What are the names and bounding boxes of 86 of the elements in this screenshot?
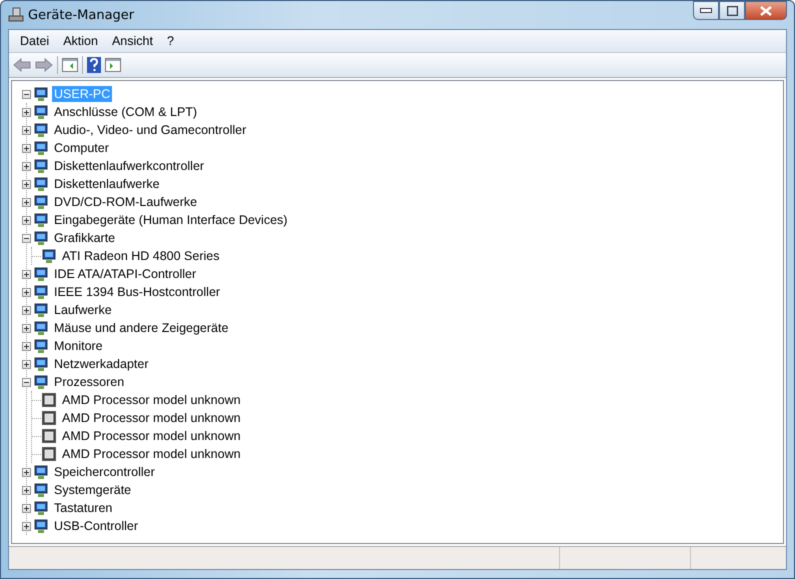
device-icon: [33, 356, 49, 372]
expander-icon[interactable]: [22, 234, 31, 242]
expander-icon[interactable]: [22, 306, 31, 314]
expander-icon[interactable]: [22, 126, 31, 134]
tree-item[interactable]: IDE ATA/ATAPI-Controller: [52, 266, 198, 282]
expander-icon[interactable]: [22, 324, 31, 332]
expander-icon[interactable]: [22, 468, 31, 476]
device-icon: [33, 140, 49, 156]
chip-icon: [41, 428, 57, 444]
device-icon: [33, 122, 49, 138]
expander-icon[interactable]: [22, 288, 31, 296]
device-icon: [33, 158, 49, 174]
tree-item[interactable]: Monitore: [52, 338, 105, 354]
expander-icon[interactable]: [22, 180, 31, 188]
computer-icon: [8, 7, 24, 23]
chip-icon: [41, 392, 57, 408]
forward-arrow-icon[interactable]: [35, 58, 53, 72]
tree-item[interactable]: Anschlüsse (COM & LPT): [52, 104, 200, 120]
tree-item[interactable]: Eingabegeräte (Human Interface Devices): [52, 212, 290, 228]
tree-item[interactable]: USB-Controller: [52, 518, 140, 534]
tree-item[interactable]: AMD Processor model unknown: [60, 392, 243, 408]
tree-item[interactable]: DVD/CD-ROM-Laufwerke: [52, 194, 200, 210]
device-icon: [33, 518, 49, 534]
device-icon: [33, 194, 49, 210]
device-icon: [33, 212, 49, 228]
expander-icon[interactable]: [22, 342, 31, 350]
help-icon[interactable]: [87, 57, 101, 73]
expander-icon[interactable]: [22, 216, 31, 224]
device-icon: [33, 230, 49, 246]
tree-item[interactable]: Computer: [52, 140, 111, 156]
maximize-button[interactable]: [719, 1, 745, 20]
device-icon: [33, 482, 49, 498]
tree-item[interactable]: Laufwerke: [52, 302, 114, 318]
tree-item[interactable]: Diskettenlaufwerke: [52, 176, 162, 192]
expander-icon[interactable]: [22, 522, 31, 530]
console-tree-icon[interactable]: [62, 58, 78, 72]
tree-item[interactable]: AMD Processor model unknown: [60, 410, 243, 426]
device-icon: [33, 176, 49, 192]
expander-icon[interactable]: [22, 108, 31, 116]
chip-icon: [41, 410, 57, 426]
minimize-icon: [700, 8, 712, 14]
tree-item[interactable]: Tastaturen: [52, 500, 114, 516]
tree-item[interactable]: Mäuse und andere Zeigegeräte: [52, 320, 230, 336]
back-arrow-icon[interactable]: [13, 58, 31, 72]
expander-icon[interactable]: [22, 198, 31, 206]
tree-item[interactable]: Netzwerkadapter: [52, 356, 150, 372]
window-title: Geräte-Manager: [28, 8, 134, 22]
maximize-icon: [726, 6, 738, 16]
device-icon: [41, 248, 57, 264]
menu-item[interactable]: Aktion: [56, 34, 105, 48]
minimize-button[interactable]: [693, 1, 719, 20]
tree-item[interactable]: IEEE 1394 Bus-Hostcontroller: [52, 284, 222, 300]
expander-icon[interactable]: [22, 504, 31, 512]
expander-icon[interactable]: [22, 486, 31, 494]
device-icon: [33, 266, 49, 282]
expander-icon[interactable]: [22, 378, 31, 386]
expander-icon[interactable]: [22, 144, 31, 152]
tree-item[interactable]: Systemgeräte: [52, 482, 134, 498]
tree-item[interactable]: AMD Processor model unknown: [60, 446, 243, 462]
close-button[interactable]: [745, 1, 787, 20]
device-icon: [33, 86, 49, 102]
device-icon: [33, 320, 49, 336]
expander-icon[interactable]: [22, 270, 31, 278]
menu-item[interactable]: Datei: [13, 34, 56, 48]
device-icon: [33, 338, 49, 354]
tree-item[interactable]: Diskettenlaufwerkcontroller: [52, 158, 206, 174]
tree-item[interactable]: Prozessoren: [52, 374, 126, 390]
device-icon: [33, 284, 49, 300]
menu-item[interactable]: ?: [160, 34, 181, 48]
expander-icon[interactable]: [22, 162, 31, 170]
device-icon: [33, 374, 49, 390]
device-icon: [33, 104, 49, 120]
device-icon: [33, 302, 49, 318]
tree-item[interactable]: Speichercontroller: [52, 464, 157, 480]
close-icon: [760, 6, 772, 16]
chip-icon: [41, 446, 57, 462]
tree-item[interactable]: Audio-, Video- und Gamecontroller: [52, 122, 248, 138]
tree-item[interactable]: Grafikkarte: [52, 230, 118, 246]
device-icon: [33, 464, 49, 480]
expander-icon[interactable]: [22, 360, 31, 368]
tree-item[interactable]: AMD Processor model unknown: [60, 428, 243, 444]
tree-item[interactable]: ATI Radeon HD 4800 Series: [60, 248, 222, 264]
expander-icon[interactable]: [22, 90, 31, 98]
action-pane-icon[interactable]: [105, 58, 121, 72]
menu-item[interactable]: Ansicht: [104, 34, 160, 48]
device-icon: [33, 500, 49, 516]
